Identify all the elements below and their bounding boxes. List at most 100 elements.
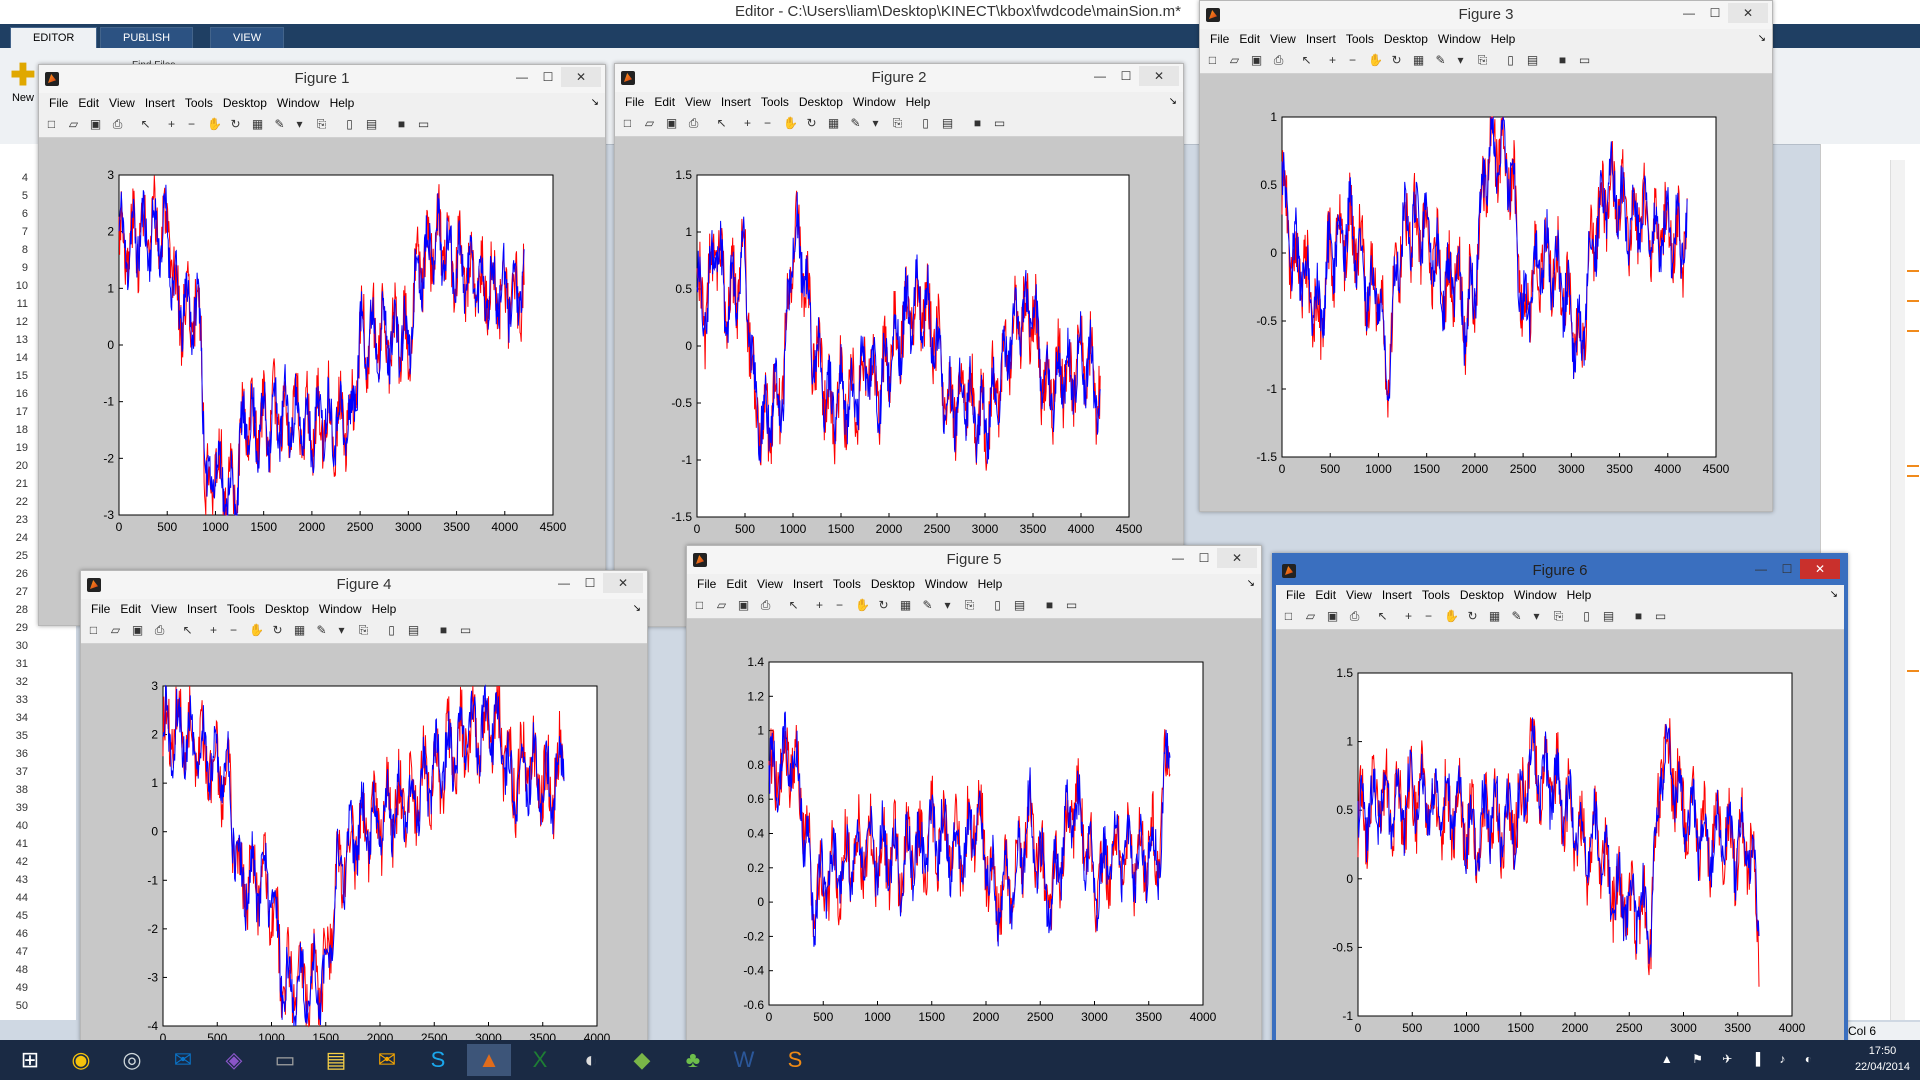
pointer-icon[interactable]: ↖ [787, 599, 800, 612]
visual-studio-icon[interactable]: ◈ [212, 1044, 256, 1076]
open-file-icon[interactable]: ▱ [1304, 610, 1317, 623]
save-icon[interactable]: ▣ [1326, 610, 1339, 623]
open-file-icon[interactable]: ▱ [109, 624, 122, 637]
warning-marker[interactable] [1907, 300, 1919, 302]
link-plot-icon[interactable]: ⎘ [315, 118, 328, 131]
chrome-icon[interactable]: ◉ [59, 1044, 103, 1076]
brush-menu-icon[interactable]: ▾ [869, 117, 882, 130]
menu-window[interactable]: Window [1514, 585, 1557, 605]
media-icon[interactable]: ◐ [569, 1044, 613, 1076]
colorbar-icon[interactable]: ▯ [385, 624, 398, 637]
figure-window-3[interactable]: Figure 3— ☐ ✕ File Edit View Insert Tools Deskto… [1199, 0, 1773, 512]
maximize-button[interactable]: ☐ [535, 67, 561, 87]
menu-tools[interactable]: Tools [1422, 585, 1450, 605]
legend-icon[interactable]: ▤ [1526, 54, 1539, 67]
figure-window-6[interactable]: Figure 6— ☐ ✕ File Edit View Insert Tools Deskto… [1272, 553, 1848, 1067]
brush-menu-icon[interactable]: ▾ [293, 118, 306, 131]
maximize-button[interactable]: ☐ [1191, 548, 1217, 568]
menu-help[interactable]: Help [978, 574, 1003, 594]
dock-arrow-icon[interactable]: ↘ [591, 93, 599, 113]
menu-window[interactable]: Window [1438, 29, 1481, 49]
close-button[interactable]: ✕ [603, 573, 643, 593]
rotate-icon[interactable]: ↻ [1466, 610, 1479, 623]
tab-view[interactable]: VIEW [210, 27, 285, 49]
print-icon[interactable]: ⎙ [1348, 610, 1361, 623]
hide-tools-icon[interactable]: ■ [395, 118, 408, 131]
menu-help[interactable]: Help [1491, 29, 1516, 49]
skype-icon[interactable]: S [416, 1044, 460, 1076]
matlab-icon[interactable]: ▲ [467, 1044, 511, 1076]
brush-icon[interactable]: ✎ [849, 117, 862, 130]
zoom-out-icon[interactable]: − [227, 624, 240, 637]
new-figure-icon[interactable]: □ [1206, 54, 1219, 67]
menu-view[interactable]: View [1270, 29, 1296, 49]
menu-tools[interactable]: Tools [833, 574, 861, 594]
hide-tools-icon[interactable]: ■ [1556, 54, 1569, 67]
print-icon[interactable]: ⎙ [759, 599, 772, 612]
tab-editor[interactable]: EDITOR [10, 27, 98, 49]
brush-menu-icon[interactable]: ▾ [1530, 610, 1543, 623]
menu-desktop[interactable]: Desktop [1460, 585, 1504, 605]
outlook-icon[interactable]: ✉ [161, 1044, 205, 1076]
colorbar-icon[interactable]: ▯ [919, 117, 932, 130]
link-plot-icon[interactable]: ⎘ [357, 624, 370, 637]
menu-desktop[interactable]: Desktop [223, 93, 267, 113]
dock-arrow-icon[interactable]: ↘ [1758, 29, 1766, 49]
minimize-button[interactable]: — [1165, 548, 1191, 568]
steam-icon[interactable]: ◎ [110, 1044, 154, 1076]
brush-icon[interactable]: ✎ [315, 624, 328, 637]
link-plot-icon[interactable]: ⎘ [963, 599, 976, 612]
print-icon[interactable]: ⎙ [687, 117, 700, 130]
link-plot-icon[interactable]: ⎘ [1552, 610, 1565, 623]
data-cursor-icon[interactable]: ▦ [899, 599, 912, 612]
colorbar-icon[interactable]: ▯ [1504, 54, 1517, 67]
close-button[interactable]: ✕ [1217, 548, 1257, 568]
data-cursor-icon[interactable]: ▦ [293, 624, 306, 637]
data-cursor-icon[interactable]: ▦ [1412, 54, 1425, 67]
warning-marker[interactable] [1907, 465, 1919, 467]
menu-help[interactable]: Help [906, 92, 931, 112]
menu-insert[interactable]: Insert [1382, 585, 1412, 605]
windows-start-icon[interactable]: ⊞ [8, 1044, 52, 1076]
tab-publish[interactable]: PUBLISH [100, 27, 194, 49]
zoom-out-icon[interactable]: − [185, 118, 198, 131]
zoom-in-icon[interactable]: + [1326, 54, 1339, 67]
open-file-icon[interactable]: ▱ [643, 117, 656, 130]
clover-icon[interactable]: ♣ [671, 1044, 715, 1076]
print-icon[interactable]: ⎙ [153, 624, 166, 637]
warning-marker[interactable] [1907, 475, 1919, 477]
colorbar-icon[interactable]: ▯ [1580, 610, 1593, 623]
pan-icon[interactable]: ✋ [855, 599, 870, 612]
menu-file[interactable]: File [91, 599, 110, 619]
zoom-in-icon[interactable]: + [813, 599, 826, 612]
brush-menu-icon[interactable]: ▾ [1454, 54, 1467, 67]
menu-window[interactable]: Window [277, 93, 320, 113]
minimize-button[interactable]: — [1748, 559, 1774, 579]
menu-insert[interactable]: Insert [793, 574, 823, 594]
minimize-button[interactable]: — [551, 573, 577, 593]
menu-desktop[interactable]: Desktop [871, 574, 915, 594]
brush-icon[interactable]: ✎ [1510, 610, 1523, 623]
dock-arrow-icon[interactable]: ↘ [1169, 92, 1177, 112]
print-icon[interactable]: ⎙ [1272, 54, 1285, 67]
dock-arrow-icon[interactable]: ↘ [1247, 574, 1255, 594]
figure-window-1[interactable]: Figure 1— ☐ ✕ File Edit View Insert Tools Deskto… [38, 64, 606, 626]
save-icon[interactable]: ▣ [1250, 54, 1263, 67]
axes-box[interactable] [696, 174, 1130, 518]
figure-title-bar[interactable]: Figure 5— ☐ ✕ [687, 546, 1261, 574]
menu-file[interactable]: File [625, 92, 644, 112]
close-button[interactable]: ✕ [1800, 559, 1840, 579]
warning-marker[interactable] [1907, 330, 1919, 332]
hide-tools-icon[interactable]: ■ [437, 624, 450, 637]
menu-desktop[interactable]: Desktop [1384, 29, 1428, 49]
excel-icon[interactable]: X [518, 1044, 562, 1076]
legend-icon[interactable]: ▤ [1013, 599, 1026, 612]
rotate-icon[interactable]: ↻ [1390, 54, 1403, 67]
legend-icon[interactable]: ▤ [407, 624, 420, 637]
new-figure-icon[interactable]: □ [87, 624, 100, 637]
menu-window[interactable]: Window [853, 92, 896, 112]
rotate-icon[interactable]: ↻ [229, 118, 242, 131]
figure-title-bar[interactable]: Figure 1— ☐ ✕ [39, 65, 605, 93]
new-figure-icon[interactable]: □ [1282, 610, 1295, 623]
menu-view[interactable]: View [1346, 585, 1372, 605]
